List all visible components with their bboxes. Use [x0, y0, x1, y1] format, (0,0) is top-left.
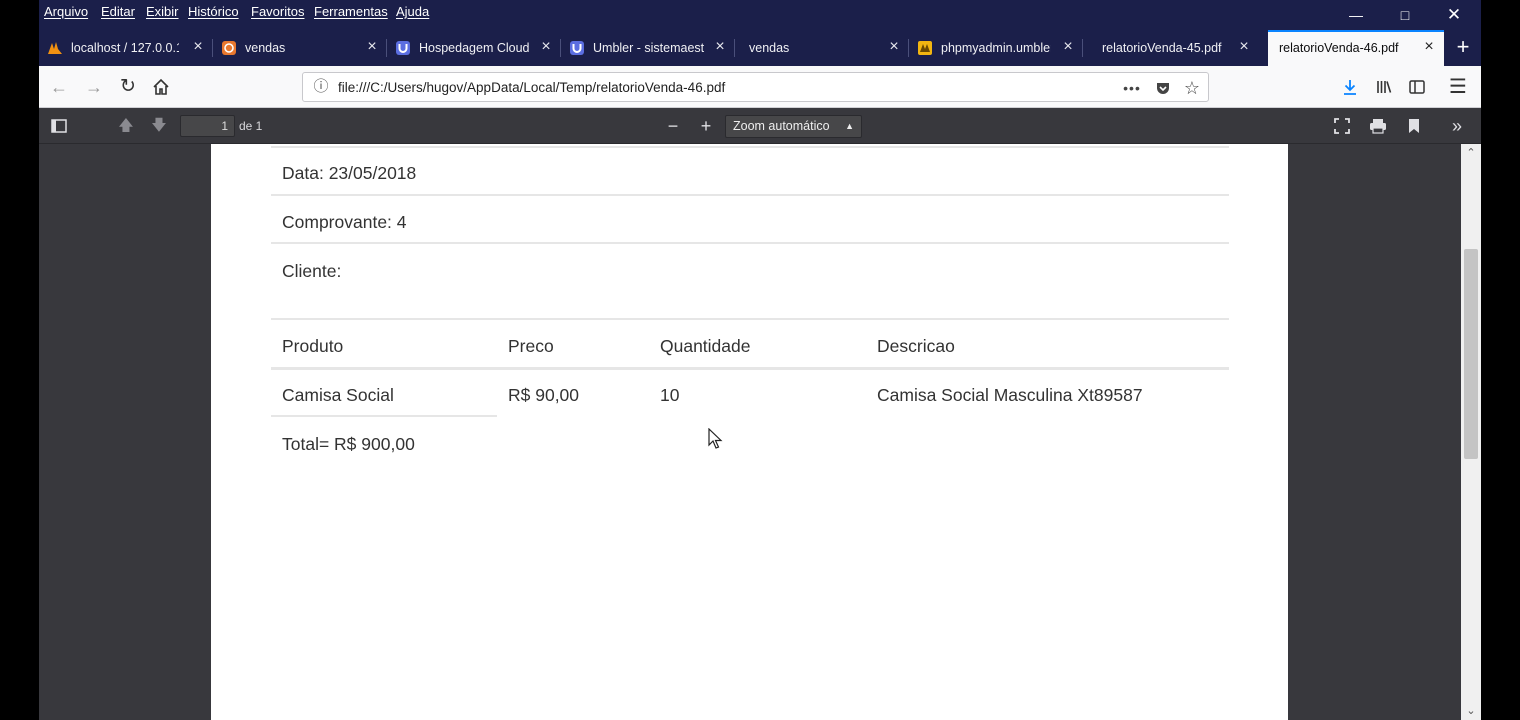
toggle-sidebar-icon[interactable]: [46, 114, 72, 138]
pdf-toolbar: 🡅 🡇 1 de 1 − + Zoom automático ▲ »: [39, 108, 1481, 144]
table-header-quantidade: Quantidade: [660, 336, 751, 356]
previous-page-icon[interactable]: 🡅: [113, 114, 139, 138]
maximize-icon[interactable]: □: [1382, 0, 1428, 30]
minimize-icon[interactable]: —: [1333, 0, 1379, 30]
pdf-page: Data: 23/05/2018 Comprovante: 4 Cliente:…: [211, 144, 1288, 720]
divider: [271, 318, 1229, 320]
print-icon[interactable]: [1365, 114, 1391, 138]
codeigniter-icon: [222, 41, 236, 55]
tab-label: phpmyadmin.umbler: [941, 41, 1051, 55]
page-number-input[interactable]: 1: [180, 115, 235, 137]
tab-localhost[interactable]: localhost / 127.0.0.1 ×: [39, 30, 213, 66]
close-tab-icon[interactable]: ×: [1235, 38, 1253, 56]
table-cell-produto: Camisa Social: [282, 385, 394, 405]
table-cell-descricao: Camisa Social Masculina Xt89587: [877, 385, 1143, 405]
menu-ferramentas[interactable]: Ferramentas: [314, 4, 388, 19]
report-date: Data: 23/05/2018: [282, 163, 417, 183]
zoom-select[interactable]: Zoom automático ▲: [725, 115, 862, 138]
tab-umbler[interactable]: Umbler - sistemaest ×: [561, 30, 735, 66]
close-tab-icon[interactable]: ×: [189, 38, 207, 56]
close-tab-icon[interactable]: ×: [711, 38, 729, 56]
scroll-up-icon[interactable]: ⌃: [1461, 144, 1481, 162]
close-tab-icon[interactable]: ×: [1059, 38, 1077, 56]
page-count: de 1: [239, 119, 263, 133]
tab-label: vendas: [749, 41, 790, 55]
next-page-icon[interactable]: 🡇: [146, 114, 172, 138]
downloads-icon[interactable]: [1337, 74, 1363, 100]
scroll-down-icon[interactable]: ⌄: [1461, 702, 1481, 720]
menu-ajuda[interactable]: Ajuda: [396, 4, 429, 19]
menu-arquivo[interactable]: Arquivo: [44, 4, 88, 19]
tab-label: relatorioVenda-45.pdf: [1102, 41, 1222, 55]
phpmyadmin-icon: [918, 41, 932, 55]
info-icon[interactable]: ⓘ: [312, 78, 330, 96]
zoom-out-icon[interactable]: −: [660, 114, 686, 138]
tab-phpmyadmin-umbler[interactable]: phpmyadmin.umbler ×: [909, 30, 1083, 66]
menu-exibir[interactable]: Exibir: [146, 4, 179, 19]
menu-bar: Arquivo Editar Exibir Histórico Favorito…: [39, 0, 1481, 30]
address-bar[interactable]: ⓘ file:///C:/Users/hugov/AppData/Local/T…: [302, 72, 1209, 102]
tab-vendas-2[interactable]: vendas ×: [735, 30, 909, 66]
report-receipt: Comprovante: 4: [282, 212, 407, 232]
umbler-icon: [570, 41, 584, 55]
bookmark-icon[interactable]: [1401, 114, 1427, 138]
phpmyadmin-icon: [48, 42, 62, 54]
navigation-toolbar: ← → ↻ ⓘ file:///C:/Users/hugov/AppData/L…: [39, 66, 1481, 108]
zoom-in-icon[interactable]: +: [693, 114, 719, 138]
sidebar-icon[interactable]: [1404, 74, 1430, 100]
umbler-icon: [396, 41, 410, 55]
tab-bar: localhost / 127.0.0.1 × vendas × Hospeda…: [39, 30, 1481, 66]
bookmark-star-icon[interactable]: ☆: [1181, 77, 1203, 99]
scrollbar-thumb[interactable]: [1464, 249, 1478, 459]
close-tab-icon[interactable]: ×: [885, 38, 903, 56]
tab-label: relatorioVenda-46.pdf: [1279, 41, 1399, 55]
divider: [271, 415, 497, 417]
tab-label: Umbler - sistemaest: [593, 41, 705, 55]
tab-label: vendas: [245, 41, 286, 55]
close-tab-icon[interactable]: ×: [363, 38, 381, 56]
presentation-mode-icon[interactable]: [1329, 114, 1355, 138]
report-total: Total= R$ 900,00: [282, 434, 415, 454]
menu-editar[interactable]: Editar: [101, 4, 135, 19]
tab-label: localhost / 127.0.0.1: [71, 41, 179, 55]
table-header-produto: Produto: [282, 336, 344, 356]
close-window-icon[interactable]: ✕: [1431, 0, 1477, 30]
pdf-viewer[interactable]: Data: 23/05/2018 Comprovante: 4 Cliente:…: [39, 144, 1461, 720]
pocket-icon[interactable]: [1152, 77, 1174, 99]
menu-historico[interactable]: Histórico: [188, 4, 239, 19]
vertical-scrollbar[interactable]: ⌃ ⌄: [1461, 144, 1481, 720]
new-tab-button[interactable]: +: [1448, 30, 1478, 66]
divider: [271, 194, 1229, 196]
table-header-preco: Preco: [508, 336, 554, 356]
zoom-value: Zoom automático: [733, 119, 830, 133]
browser-window: Arquivo Editar Exibir Histórico Favorito…: [39, 0, 1481, 720]
divider: [271, 242, 1229, 244]
back-icon[interactable]: ←: [46, 74, 72, 100]
forward-icon[interactable]: →: [81, 74, 107, 100]
tools-menu-icon[interactable]: »: [1444, 114, 1470, 138]
tab-hospedagem[interactable]: Hospedagem Cloud ×: [387, 30, 561, 66]
reload-icon[interactable]: ↻: [115, 74, 141, 100]
url-text: file:///C:/Users/hugov/AppData/Local/Tem…: [338, 80, 726, 95]
hamburger-menu-icon[interactable]: ☰: [1445, 74, 1471, 100]
mouse-cursor-icon: [708, 428, 723, 449]
close-tab-icon[interactable]: ×: [537, 38, 555, 56]
divider: [271, 367, 1229, 370]
table-header-descricao: Descricao: [877, 336, 955, 356]
tab-label: Hospedagem Cloud: [419, 41, 530, 55]
select-caret-icon: ▲: [845, 121, 854, 131]
menu-favoritos[interactable]: Favoritos: [251, 4, 304, 19]
tab-vendas-1[interactable]: vendas ×: [213, 30, 387, 66]
close-tab-icon[interactable]: ×: [1420, 38, 1438, 56]
tab-relatorio-46[interactable]: relatorioVenda-46.pdf ×: [1268, 30, 1444, 66]
report-client: Cliente:: [282, 261, 342, 281]
table-cell-preco: R$ 90,00: [508, 385, 580, 405]
library-icon[interactable]: [1371, 74, 1397, 100]
tab-relatorio-45[interactable]: relatorioVenda-45.pdf ×: [1083, 30, 1259, 66]
table-cell-quantidade: 10: [660, 385, 680, 405]
divider: [271, 146, 1229, 148]
page-actions-icon[interactable]: •••: [1121, 77, 1143, 99]
home-icon[interactable]: [148, 74, 174, 100]
